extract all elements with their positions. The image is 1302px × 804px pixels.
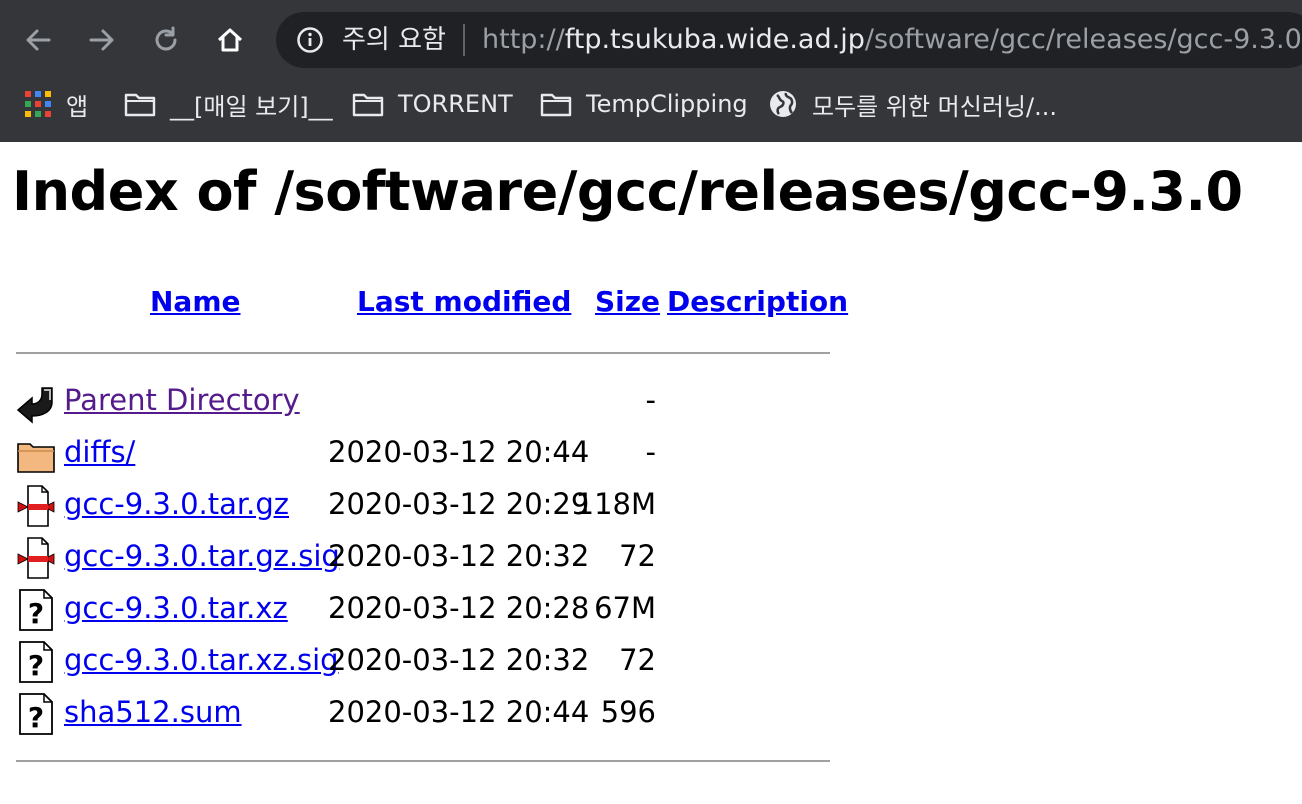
file-link[interactable]: Parent Directory (64, 380, 300, 420)
forward-arrow-icon (89, 29, 114, 51)
column-header-last-modified[interactable]: Last modified (357, 282, 571, 322)
folder-icon (352, 93, 384, 117)
security-warning-label[interactable]: 주의 요함 (342, 24, 446, 56)
list-item: ? gcc-9.3.0.tar.xz 2020-03-12 20:28 67M (16, 582, 696, 634)
back-arrow-icon (26, 29, 51, 51)
bookmark-torrent-folder[interactable]: TORRENT (352, 88, 513, 120)
file-size: 72 (619, 643, 656, 677)
reload-icon (155, 26, 177, 51)
list-item: ? gcc-9.3.0.tar.xz.sig 2020-03-12 20:32 … (16, 634, 696, 686)
file-date: 2020-03-12 20:29 (328, 487, 590, 521)
list-item: Parent Directory - (16, 374, 696, 426)
back-arrow-icon (16, 387, 53, 424)
info-icon[interactable] (296, 26, 324, 54)
file-size: 67M (594, 591, 656, 625)
home-icon (217, 28, 243, 52)
file-date: 2020-03-12 20:32 (328, 643, 590, 677)
column-header-description[interactable]: Description (667, 282, 848, 322)
footer-divider (16, 760, 830, 762)
file-date: 2020-03-12 20:32 (328, 539, 590, 573)
back-button[interactable] (18, 20, 58, 60)
compressed-file-icon (17, 537, 55, 579)
folder-icon (540, 93, 572, 117)
browser-chrome: 주의 요함 http://ftp.tsukuba.wide.ad.jp/soft… (0, 0, 1302, 142)
list-item: gcc-9.3.0.tar.gz.sig 2020-03-12 20:32 72 (16, 530, 696, 582)
url-text[interactable]: http://ftp.tsukuba.wide.ad.jp/software/g… (482, 24, 1302, 56)
file-link[interactable]: diffs/ (64, 432, 135, 472)
bookmark-label: TempClipping (586, 90, 748, 118)
file-link[interactable]: gcc-9.3.0.tar.gz.sig (64, 536, 340, 576)
apps-grid-icon (25, 91, 51, 117)
bookmark-tempclipping-folder[interactable]: TempClipping (540, 88, 748, 120)
file-size: - (645, 383, 656, 417)
column-header-size[interactable]: Size (595, 282, 660, 322)
file-size: - (645, 435, 656, 469)
file-link[interactable]: gcc-9.3.0.tar.gz (64, 484, 289, 524)
url-scheme: http:// (482, 24, 565, 55)
url-host: ftp.tsukuba.wide.ad.jp (564, 24, 865, 55)
reload-button[interactable] (146, 20, 186, 60)
file-date: 2020-03-12 20:44 (328, 435, 590, 469)
folder-icon (17, 443, 55, 473)
compressed-file-icon (17, 485, 55, 527)
svg-text:?: ? (28, 597, 44, 630)
home-button[interactable] (210, 20, 250, 60)
unknown-file-icon: ? (19, 641, 53, 683)
page-title: Index of /software/gcc/releases/gcc-9.3.… (12, 160, 1243, 223)
unknown-file-icon: ? (19, 589, 53, 631)
bookmark-label: __[매일 보기]__ (170, 92, 333, 121)
url-divider (463, 24, 465, 56)
bookmark-daily-folder[interactable]: __[매일 보기]__ (124, 88, 333, 121)
bookmark-label: TORRENT (398, 90, 513, 118)
globe-icon (770, 91, 796, 117)
list-item: diffs/ 2020-03-12 20:44 - (16, 426, 696, 478)
file-size: 596 (600, 695, 656, 729)
bookmark-apps[interactable]: 앱 (24, 88, 89, 121)
bookmark-label: 앱 (66, 92, 89, 121)
header-divider (16, 352, 830, 354)
svg-text:?: ? (28, 649, 44, 682)
file-link[interactable]: sha512.sum (64, 692, 242, 732)
file-date: 2020-03-12 20:28 (328, 591, 590, 625)
bookmark-ml-for-everyone[interactable]: 모두를 위한 머신러닝/... (768, 88, 1057, 121)
url-path: /software/gcc/releases/gcc-9.3.0/ (864, 24, 1302, 55)
list-item: ? sha512.sum 2020-03-12 20:44 596 (16, 686, 696, 738)
folder-icon (124, 93, 156, 117)
list-item: gcc-9.3.0.tar.gz 2020-03-12 20:29 118M (16, 478, 696, 530)
column-header-name[interactable]: Name (150, 282, 241, 322)
file-size: 118M (575, 487, 656, 521)
bookmarks-bar: 앱 __[매일 보기]__ TORRENT TempClipping 모두를 위… (0, 78, 1302, 134)
file-link[interactable]: gcc-9.3.0.tar.xz (64, 588, 288, 628)
unknown-file-icon: ? (19, 693, 53, 735)
file-link[interactable]: gcc-9.3.0.tar.xz.sig (64, 640, 339, 680)
svg-text:?: ? (28, 701, 44, 734)
forward-button[interactable] (82, 20, 122, 60)
bookmark-label: 모두를 위한 머신러닝/... (812, 92, 1057, 121)
file-date: 2020-03-12 20:44 (328, 695, 590, 729)
file-size: 72 (619, 539, 656, 573)
